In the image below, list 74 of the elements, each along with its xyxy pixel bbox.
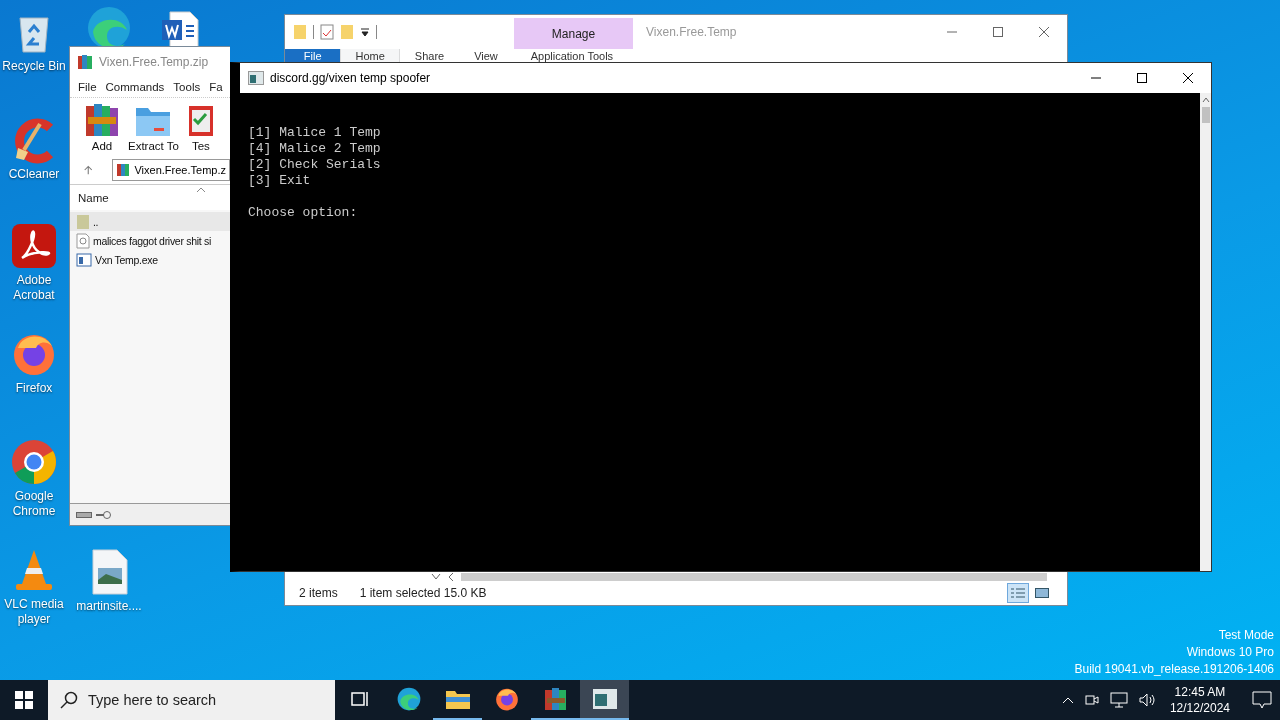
notification-icon[interactable] bbox=[1250, 689, 1274, 711]
console-line: [4] Malice 2 Temp bbox=[248, 141, 382, 157]
browser-icon bbox=[493, 686, 520, 712]
close-icon bbox=[1183, 73, 1193, 83]
toolbar-button[interactable]: Tes bbox=[186, 102, 215, 152]
pdf-icon bbox=[10, 222, 58, 270]
menu-item[interactable]: Commands bbox=[105, 81, 165, 93]
document-icon bbox=[76, 232, 90, 249]
console-line: [2] Check Serials bbox=[248, 157, 382, 173]
console-prompt: Choose option: bbox=[248, 205, 359, 221]
item-count: 2 items bbox=[299, 586, 338, 600]
column-header[interactable]: Name bbox=[78, 191, 109, 204]
desktop-icon-label[interactable]: CCleaner bbox=[8, 167, 60, 182]
image-icon bbox=[1035, 587, 1049, 599]
console-line: [3] Exit bbox=[248, 173, 312, 189]
windows-logo-icon bbox=[15, 691, 33, 709]
scroll-thumb[interactable] bbox=[1201, 107, 1210, 123]
window-icon bbox=[76, 252, 92, 267]
dropdown-icon[interactable] bbox=[360, 27, 370, 37]
key-icon bbox=[95, 509, 111, 520]
caret-up-icon bbox=[1061, 696, 1074, 704]
taskbar-app-button[interactable] bbox=[580, 680, 629, 720]
search-field[interactable]: Type here to search bbox=[88, 680, 328, 720]
system-notice: Build 19041.vb_release.191206-1406 bbox=[1074, 661, 1274, 678]
file-row[interactable]: Vxn Temp.exe bbox=[70, 250, 230, 269]
window-title: Vixen.Free.Temp.zip bbox=[99, 55, 209, 69]
maximize-icon bbox=[993, 27, 1003, 37]
menu-item[interactable]: Tools bbox=[173, 81, 201, 93]
menu-item[interactable]: Fa bbox=[209, 81, 223, 93]
network-icon[interactable] bbox=[1107, 690, 1130, 710]
archive-books-icon bbox=[116, 163, 131, 177]
maximize-icon bbox=[1137, 73, 1147, 83]
task-view-icon bbox=[349, 689, 370, 709]
desktop-icon-label[interactable]: Adobe Acrobat bbox=[0, 273, 68, 303]
scroll-left-icon[interactable] bbox=[447, 572, 455, 582]
checklist-icon[interactable] bbox=[320, 24, 334, 40]
horizontal-scrollbar[interactable] bbox=[461, 573, 1047, 581]
menu-item[interactable]: File bbox=[78, 81, 97, 93]
chevron-down-icon bbox=[431, 573, 441, 581]
search-bar[interactable]: Type here to search bbox=[48, 680, 335, 720]
list-icon bbox=[1011, 587, 1025, 599]
window-title: discord.gg/vixen temp spoofer bbox=[270, 71, 432, 85]
sort-caret-icon bbox=[196, 187, 206, 193]
window-icon bbox=[591, 688, 618, 710]
toolbar-button[interactable]: Extract To bbox=[128, 102, 179, 152]
file-menu-button[interactable]: File bbox=[285, 49, 341, 63]
browser-icon bbox=[395, 686, 422, 712]
archive-books-icon bbox=[542, 686, 569, 712]
address-field[interactable]: Vixen.Free.Temp.z bbox=[112, 159, 230, 181]
system-notice: Windows 10 Pro bbox=[1186, 644, 1274, 661]
drive-icon bbox=[76, 510, 92, 519]
archive-books-icon bbox=[84, 102, 120, 138]
selection-status: 1 item selected 15.0 KB bbox=[359, 586, 487, 600]
folder-icon bbox=[76, 213, 90, 230]
scroll-up-icon bbox=[1201, 97, 1210, 103]
folder-icon bbox=[293, 24, 307, 40]
context-tab-label[interactable]: Manage bbox=[514, 18, 633, 49]
desktop-icon-label[interactable]: Recycle Bin bbox=[2, 59, 66, 74]
archive-books-icon bbox=[77, 54, 93, 70]
window-title: Vixen.Free.Temp bbox=[645, 25, 738, 39]
vertical-scrollbar[interactable] bbox=[1200, 93, 1211, 571]
desktop-icon-label[interactable]: Firefox bbox=[15, 381, 53, 396]
clock[interactable]: 12:45 AM 12/12/2024 bbox=[1163, 684, 1236, 716]
console-line: [1] Malice 1 Temp bbox=[248, 125, 382, 141]
browser-icon bbox=[10, 438, 58, 486]
toolbar-button[interactable]: Add bbox=[84, 102, 120, 152]
up-arrow-icon[interactable] bbox=[84, 163, 93, 177]
file-row[interactable]: .. bbox=[70, 212, 230, 231]
file-row[interactable]: malices faggot driver shit si bbox=[70, 231, 230, 250]
close-icon bbox=[1039, 27, 1049, 37]
ribbon-tab[interactable]: Home bbox=[340, 49, 400, 63]
window-icon bbox=[248, 71, 264, 85]
search-icon bbox=[60, 691, 78, 709]
system-notice: Test Mode bbox=[1218, 627, 1274, 644]
